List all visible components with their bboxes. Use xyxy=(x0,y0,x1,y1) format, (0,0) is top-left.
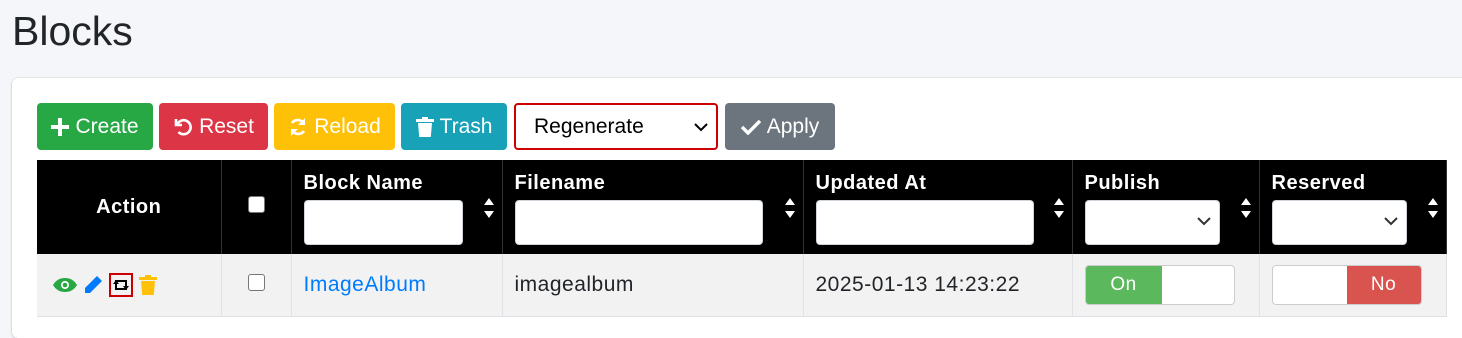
page-title: Blocks xyxy=(12,8,133,54)
publish-filter-select[interactable] xyxy=(1084,200,1220,245)
column-header-reserved[interactable]: Reserved xyxy=(1259,160,1447,254)
column-block-name-label: Block Name xyxy=(303,172,423,194)
sort-icon[interactable] xyxy=(1427,198,1438,218)
bulk-action-value: Regenerate xyxy=(534,114,644,138)
select-all-checkbox[interactable] xyxy=(247,195,265,213)
plus-icon xyxy=(51,117,70,136)
column-header-block-name[interactable]: Block Name xyxy=(291,160,503,254)
publish-toggle-state: On xyxy=(1085,265,1162,304)
column-header-action: Action xyxy=(37,160,222,254)
reserved-toggle[interactable]: No xyxy=(1271,264,1422,305)
block-name-filter-input[interactable] xyxy=(303,200,463,245)
reset-label: Reset xyxy=(199,114,254,138)
create-button[interactable]: Create xyxy=(37,103,153,150)
pencil-icon[interactable] xyxy=(83,275,103,295)
regenerate-icon[interactable] xyxy=(109,272,133,297)
block-name-link[interactable]: ImageAlbum xyxy=(304,273,427,296)
sort-icon[interactable] xyxy=(784,198,795,218)
reset-button[interactable]: Reset xyxy=(159,103,268,150)
column-header-filename[interactable]: Filename xyxy=(502,160,804,254)
column-updated-at-label: Updated At xyxy=(815,172,927,194)
trash-label: Trash xyxy=(439,114,493,138)
eye-icon[interactable] xyxy=(53,277,77,293)
row-checkbox[interactable] xyxy=(247,273,265,291)
publish-toggle[interactable]: On xyxy=(1084,264,1235,305)
row-select-cell xyxy=(221,254,292,317)
column-action-label: Action xyxy=(96,195,162,218)
filename-filter-input[interactable] xyxy=(514,200,763,245)
check-icon xyxy=(740,119,761,135)
block-name-cell: ImageAlbum xyxy=(291,254,503,317)
publish-cell: On xyxy=(1072,254,1260,317)
chevron-down-icon xyxy=(1196,217,1211,226)
reserved-filter-select[interactable] xyxy=(1271,200,1407,245)
create-label: Create xyxy=(75,114,139,138)
reload-button[interactable]: Reload xyxy=(274,103,395,150)
bulk-action-select[interactable]: Regenerate xyxy=(514,103,718,150)
column-publish-label: Publish xyxy=(1084,172,1161,194)
table-header-row: Action Block Name Filename Updated At Pu… xyxy=(37,160,1447,254)
filename-cell: imagealbum xyxy=(502,254,804,317)
sort-icon[interactable] xyxy=(1053,198,1064,218)
apply-button[interactable]: Apply xyxy=(725,103,835,150)
row-actions xyxy=(37,254,222,317)
column-header-updated-at[interactable]: Updated At xyxy=(803,160,1073,254)
trash-icon[interactable] xyxy=(139,274,157,295)
chevron-down-icon xyxy=(694,122,708,131)
sort-icon[interactable] xyxy=(1240,198,1251,218)
blocks-table: Action Block Name Filename Updated At Pu… xyxy=(37,160,1447,317)
apply-label: Apply xyxy=(766,114,820,138)
sort-icon[interactable] xyxy=(483,198,494,218)
trash-icon xyxy=(415,116,434,137)
sync-icon xyxy=(291,117,306,136)
reload-label: Reload xyxy=(314,114,381,138)
column-filename-label: Filename xyxy=(514,172,606,194)
trash-button[interactable]: Trash xyxy=(401,103,507,150)
updated-at-filter-input[interactable] xyxy=(815,200,1034,245)
column-reserved-label: Reserved xyxy=(1271,172,1366,194)
column-header-select-all xyxy=(221,160,292,254)
retweet-icon xyxy=(113,279,129,290)
chevron-down-icon xyxy=(1383,217,1398,226)
undo-icon xyxy=(174,118,192,136)
table-row: ImageAlbum imagealbum 2025-01-13 14:23:2… xyxy=(37,254,1447,317)
updated-at-cell: 2025-01-13 14:23:22 xyxy=(803,254,1073,317)
reserved-cell: No xyxy=(1259,254,1447,317)
column-header-publish[interactable]: Publish xyxy=(1072,160,1260,254)
reserved-toggle-state: No xyxy=(1346,265,1421,304)
